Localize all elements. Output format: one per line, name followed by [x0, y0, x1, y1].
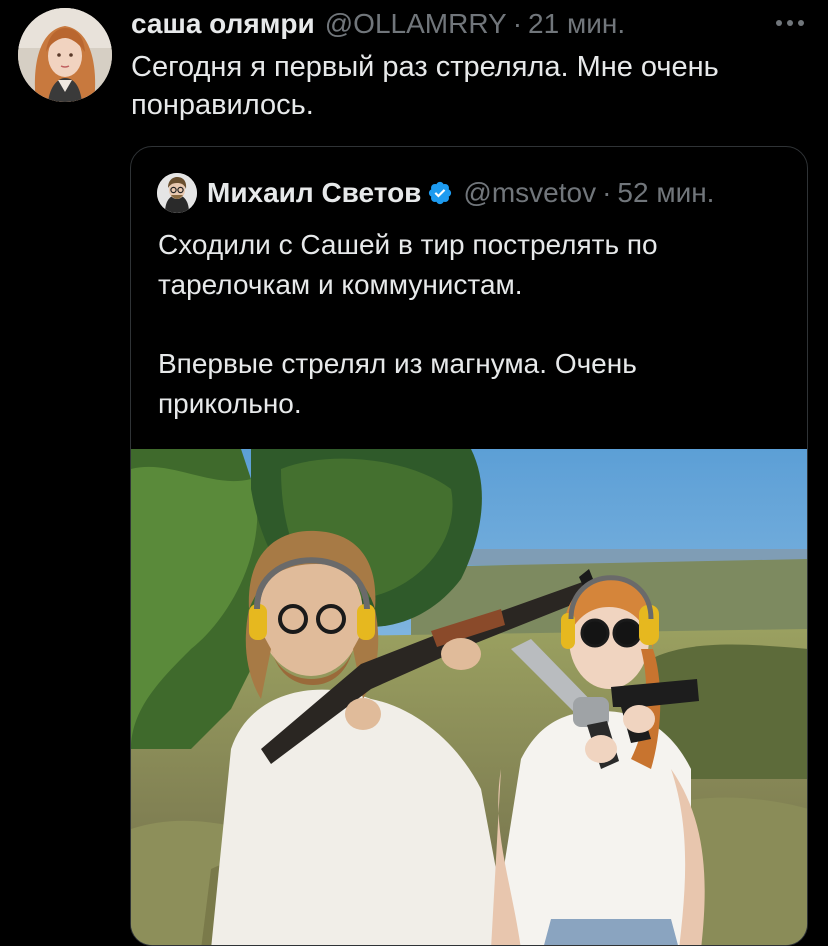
separator-dot: ·	[512, 8, 523, 39]
author-name[interactable]: саша олямри	[131, 8, 315, 40]
quoted-tweet-header: Михаил Светов @msvetov · 52 мин.	[157, 173, 714, 213]
tweet-text: Сегодня я первый раз стреляла. Мне очень…	[131, 51, 719, 121]
tweet-header: саша олямри @OLLAMRRY · 21 мин.	[131, 4, 625, 44]
tweet[interactable]: саша олямри @OLLAMRRY · 21 мин. Сегодня …	[0, 0, 828, 946]
quoted-paragraph: Сходили с Сашей в тир пострелять по таре…	[158, 229, 658, 300]
quoted-tweet-text: Сходили с Сашей в тир пострелять по таре…	[158, 225, 778, 424]
attached-photo[interactable]	[131, 449, 807, 945]
separator-dot: ·	[602, 177, 612, 208]
quoted-author-handle[interactable]: @msvetov	[463, 177, 596, 209]
verified-badge-icon	[427, 180, 453, 206]
author-handle[interactable]: @OLLAMRRY	[325, 8, 507, 40]
quoted-paragraph: Впервые стрелял из магнума. Очень прикол…	[158, 348, 637, 419]
tweet-timestamp[interactable]: 21 мин.	[528, 8, 625, 40]
quoted-author-avatar[interactable]	[157, 173, 197, 213]
quoted-tweet-timestamp[interactable]: 52 мин.	[617, 177, 714, 209]
author-avatar[interactable]	[18, 8, 112, 102]
quoted-tweet[interactable]: Михаил Светов @msvetov · 52 мин. Сходили…	[130, 146, 808, 946]
more-horizontal-icon	[775, 14, 805, 32]
more-options-button[interactable]	[772, 8, 808, 38]
quoted-author-name[interactable]: Михаил Светов	[207, 177, 421, 209]
